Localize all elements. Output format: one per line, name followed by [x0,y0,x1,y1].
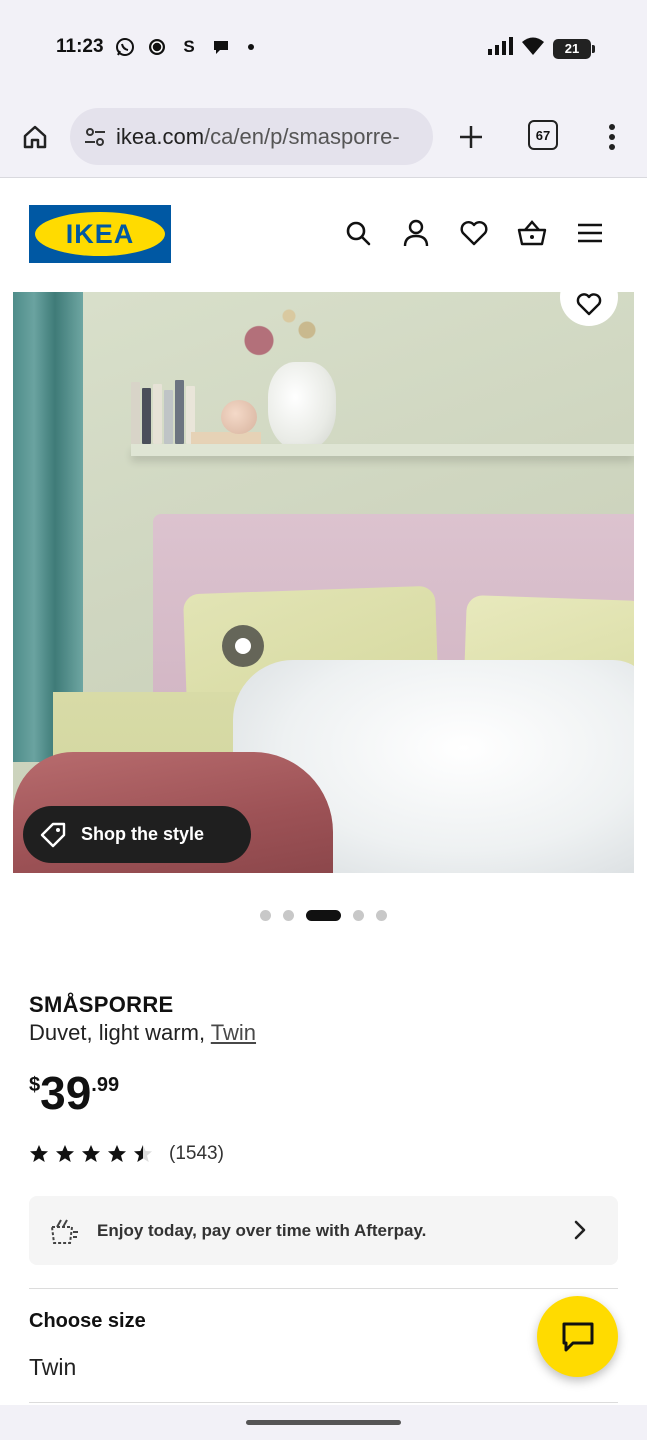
new-tab-button[interactable] [452,118,490,156]
account-icon[interactable] [401,218,431,248]
afterpay-icon [49,1216,79,1246]
image-shelf [131,444,634,456]
review-count: (1543) [169,1143,224,1164]
size-link[interactable]: Twin [211,1020,256,1045]
image-book [175,380,184,444]
search-icon[interactable] [343,218,373,248]
carousel-dot[interactable] [353,909,364,921]
shop-the-style-label: Shop the style [81,824,205,844]
tab-switcher-button[interactable]: 67 [528,120,558,150]
image-book [142,388,151,444]
plus-icon [460,126,482,148]
product-hotspot[interactable] [222,625,264,667]
notification-icons: S [114,36,254,58]
product-type: Duvet, light warm, [29,1020,206,1045]
home-gesture-handle[interactable] [246,1420,401,1425]
carousel-dot-active[interactable] [306,909,341,921]
address-bar[interactable]: ikea.com/ca/en/p/smasporre- [70,108,433,165]
star-full-icon [29,1144,49,1164]
chevron-right-icon [568,1218,592,1242]
image-book [164,390,173,444]
star-full-icon [55,1144,75,1164]
system-nav-bar [0,1405,647,1440]
product-name: SMÅSPORRE [29,992,174,1017]
browser-toolbar: ikea.com/ca/en/p/smasporre- 67 [0,96,647,178]
star-half-icon [133,1144,153,1164]
product-description: Duvet, light warm, Twin [29,1020,256,1046]
star-full-icon [107,1144,127,1164]
choose-size-label: Choose size [29,1310,146,1332]
wifi-icon [521,36,545,61]
menu-icon[interactable] [575,218,605,248]
logo-oval: IKEA [35,212,165,256]
image-book [153,384,162,444]
favourites-icon[interactable] [459,218,489,248]
product-price: $ 39 .99 [29,1068,119,1118]
cellular-signal-icon [487,37,513,60]
image-vase [268,362,336,450]
hotspot-dot [235,638,251,654]
site-header: IKEA [0,178,647,290]
product-rating[interactable]: (1543) [29,1143,224,1165]
more-vert-icon [609,124,615,150]
home-button[interactable] [18,120,52,154]
system-icons: 21 [487,36,595,61]
site-settings-icon[interactable] [82,124,108,150]
browser-menu-button[interactable] [598,118,626,156]
basket-icon[interactable] [517,218,547,248]
header-actions [343,218,605,248]
more-notifications-dot [248,44,254,50]
section-divider [29,1402,618,1403]
logo-text: IKEA [65,218,135,249]
afterpay-banner[interactable]: Enjoy today, pay over time with Afterpay… [29,1196,618,1265]
heart-icon [576,293,602,316]
selected-size[interactable]: Twin [29,1354,76,1381]
chat-button[interactable] [537,1296,618,1377]
price-currency: $ [29,1074,41,1096]
battery-indicator: 21 [553,38,595,59]
section-divider [29,1288,618,1289]
afterpay-text: Enjoy today, pay over time with Afterpay… [97,1220,427,1240]
url-host: ikea.com [116,123,205,149]
status-time: 11:23 [56,36,104,57]
product-image[interactable]: Shop the style [13,292,634,873]
carousel-indicators [0,908,647,922]
tag-icon [40,822,66,847]
signal-icon [146,36,168,58]
status-bar: 11:23 S 21 [0,0,647,96]
star-full-icon [81,1144,101,1164]
shop-the-style-button[interactable]: Shop the style [23,806,251,863]
carousel-dot[interactable] [260,909,271,921]
ikea-logo[interactable]: IKEA [29,205,171,263]
price-integer: 39 [40,1067,92,1119]
url-path: /ca/en/p/smasporre- [204,123,400,149]
carousel-dot[interactable] [376,909,387,921]
chat-bubble-icon [210,36,232,58]
image-book [131,382,140,444]
home-icon [23,125,47,149]
s-app-icon: S [183,37,195,56]
price-decimal: .99 [91,1074,120,1096]
url-text: ikea.com/ca/en/p/smasporre- [116,124,400,150]
image-flowers [223,302,343,372]
carousel-dot[interactable] [283,909,294,921]
image-ball [221,400,257,434]
whatsapp-icon [114,36,136,58]
chat-icon [562,1322,593,1351]
